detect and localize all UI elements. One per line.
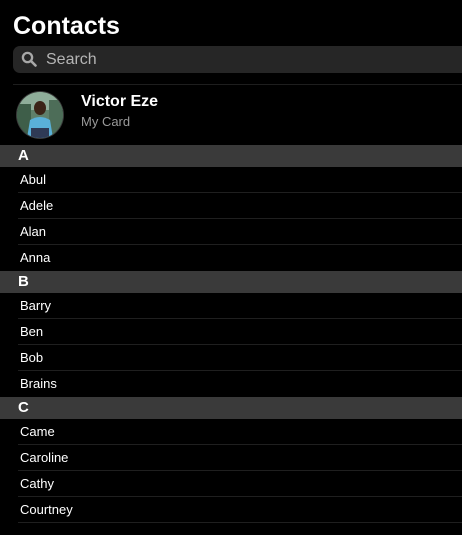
search-bar[interactable] xyxy=(13,46,462,73)
contact-name: Ben xyxy=(20,324,44,339)
section-header-c: C xyxy=(0,397,462,419)
contact-row[interactable]: Adele xyxy=(0,193,462,219)
avatar xyxy=(17,92,63,138)
contact-name: Brains xyxy=(20,376,57,391)
contact-name: Came xyxy=(20,424,55,439)
contact-name: Caroline xyxy=(20,450,69,465)
contact-name: Courtney xyxy=(20,502,73,517)
page-title: Contacts xyxy=(13,12,120,40)
my-card-name: Victor Eze xyxy=(81,93,159,110)
contact-name: Barry xyxy=(20,298,52,313)
row-divider xyxy=(18,522,462,523)
contact-row[interactable]: Anna xyxy=(0,245,462,271)
contact-row[interactable]: Abul xyxy=(0,167,462,193)
search-icon xyxy=(21,51,37,67)
section-header-b: B xyxy=(0,271,462,293)
contact-row[interactable]: Barry xyxy=(0,293,462,319)
contact-name: Alan xyxy=(20,224,47,239)
contact-row[interactable]: Bob xyxy=(0,345,462,371)
contact-row[interactable]: Alan xyxy=(0,219,462,245)
contact-row[interactable]: Came xyxy=(0,419,462,445)
contact-name: Adele xyxy=(20,198,54,213)
contact-name: Anna xyxy=(20,250,51,265)
my-card[interactable]: Victor Eze My Card xyxy=(0,85,462,145)
contact-row[interactable]: Courtney xyxy=(0,497,462,523)
my-card-label: My Card xyxy=(81,114,131,129)
contact-name: Bob xyxy=(20,350,44,365)
contact-name: Abul xyxy=(20,172,47,187)
section-header-a: A xyxy=(0,145,462,167)
contacts-list: A Abul Adele Alan Anna B Barry Ben Bob B… xyxy=(0,145,462,523)
contact-name: Cathy xyxy=(20,476,54,491)
contact-row[interactable]: Cathy xyxy=(0,471,462,497)
contact-row[interactable]: Caroline xyxy=(0,445,462,471)
contact-row[interactable]: Brains xyxy=(0,371,462,397)
search-input[interactable] xyxy=(46,46,446,73)
contact-row[interactable]: Ben xyxy=(0,319,462,345)
